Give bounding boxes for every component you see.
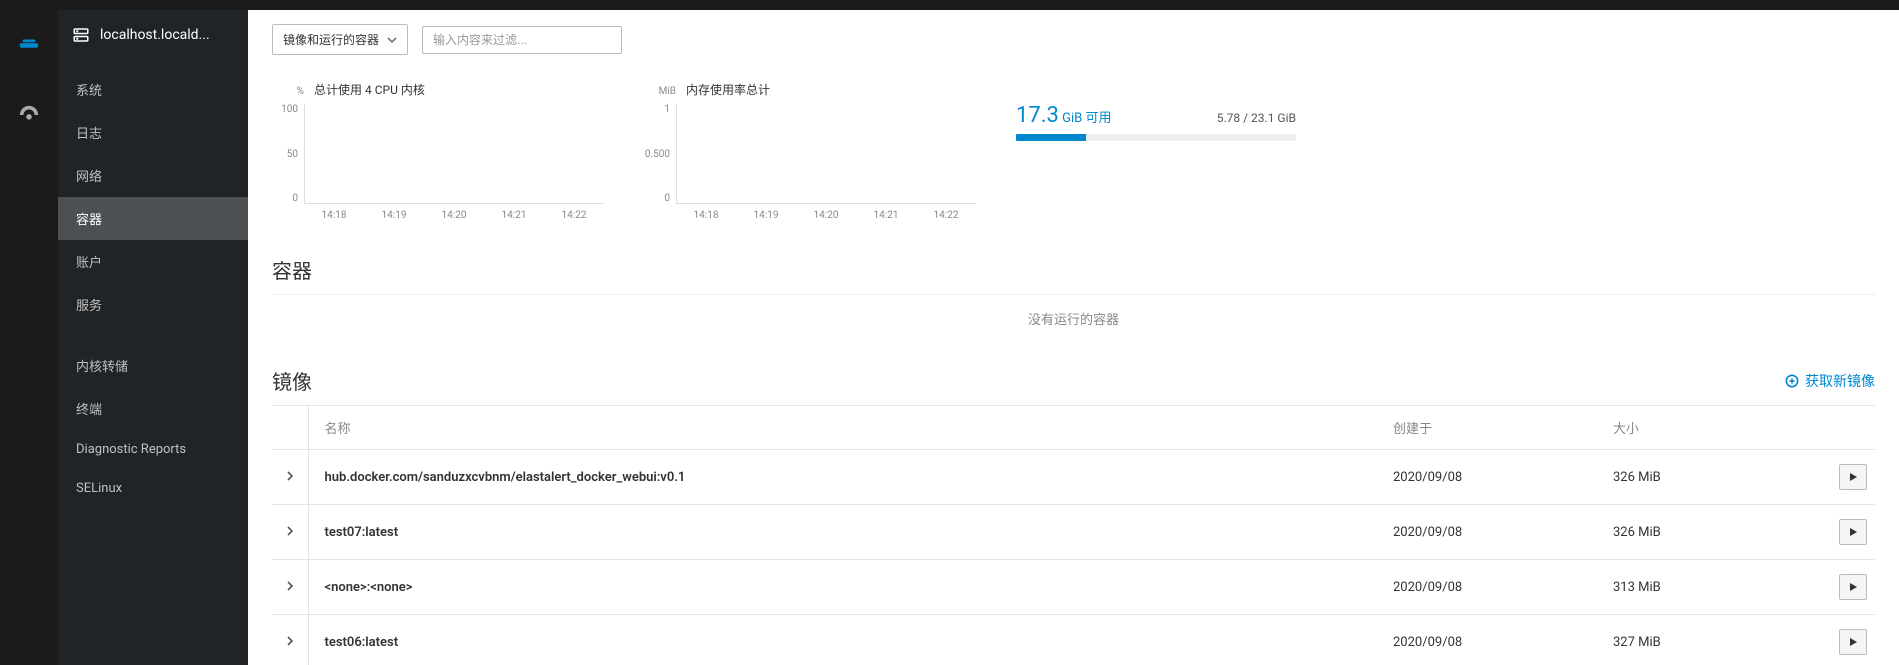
sidebar-item-kdump[interactable]: 内核转储 xyxy=(58,344,248,387)
image-size: 326 MiB xyxy=(1605,450,1825,505)
col-created: 创建于 xyxy=(1385,406,1605,450)
col-size: 大小 xyxy=(1605,406,1825,450)
sidebar-nav: 系统 日志 网络 容器 账户 服务 内核转储 终端 Diagnostic Rep… xyxy=(58,60,248,508)
mem-chart-unit: MiB xyxy=(644,86,676,97)
chevron-right-icon xyxy=(285,636,295,646)
sidebar-item-services[interactable]: 服务 xyxy=(58,283,248,326)
sidebar-item-diagnostic[interactable]: Diagnostic Reports xyxy=(58,430,248,469)
image-size: 313 MiB xyxy=(1605,560,1825,615)
images-table: 名称 创建于 大小 hub.docker.com/sanduzxcvbnm/el… xyxy=(272,405,1875,665)
image-row[interactable]: test06:latest2020/09/08327 MiB xyxy=(272,615,1875,665)
storage-summary: 17.3 GiB 可用 5.78 / 23.1 GiB xyxy=(1016,81,1296,141)
server-icon xyxy=(72,26,90,44)
play-icon xyxy=(1848,637,1858,647)
image-created: 2020/09/08 xyxy=(1385,560,1605,615)
dropdown-label: 镜像和运行的容器 xyxy=(283,31,379,48)
expand-toggle[interactable] xyxy=(272,615,308,665)
image-size: 326 MiB xyxy=(1605,505,1825,560)
mem-plot-area xyxy=(676,104,976,204)
run-image-button[interactable] xyxy=(1839,464,1867,490)
sidebar-item-containers[interactable]: 容器 xyxy=(58,197,248,240)
get-new-image-link[interactable]: 获取新镜像 xyxy=(1785,371,1875,391)
image-created: 2020/09/08 xyxy=(1385,450,1605,505)
sidebar-item-selinux[interactable]: SELinux xyxy=(58,469,248,508)
chevron-right-icon xyxy=(285,526,295,536)
chevron-right-icon xyxy=(285,471,295,481)
expand-toggle[interactable] xyxy=(272,560,308,615)
play-icon xyxy=(1848,472,1858,482)
run-image-button[interactable] xyxy=(1839,629,1867,655)
charts-row: % 总计使用 4 CPU 内核 100 50 0 14:18 14:19 14:… xyxy=(248,61,1899,231)
storage-available: 17.3 GiB 可用 xyxy=(1016,103,1111,128)
image-row[interactable]: hub.docker.com/sanduzxcvbnm/elastalert_d… xyxy=(272,450,1875,505)
containers-section: 容器 没有运行的容器 xyxy=(248,231,1899,342)
containers-title: 容器 xyxy=(272,255,312,284)
cpu-chart: % 总计使用 4 CPU 内核 100 50 0 14:18 14:19 14:… xyxy=(272,81,604,221)
chevron-right-icon xyxy=(285,581,295,591)
mem-chart-title: 内存使用率总计 xyxy=(686,81,770,98)
image-name: test07:latest xyxy=(308,505,1385,560)
containers-empty-message: 没有运行的容器 xyxy=(272,294,1875,342)
chevron-down-icon xyxy=(387,35,397,45)
image-row[interactable]: test07:latest2020/09/08326 MiB xyxy=(272,505,1875,560)
sidebar-item-terminal[interactable]: 终端 xyxy=(58,387,248,430)
images-title: 镜像 xyxy=(272,366,312,395)
cpu-plot-area xyxy=(304,104,604,204)
memory-chart: MiB 内存使用率总计 1 0.500 0 14:18 14:19 14:20 … xyxy=(644,81,976,221)
view-filter-dropdown[interactable]: 镜像和运行的容器 xyxy=(272,24,408,55)
sidebar-item-logs[interactable]: 日志 xyxy=(58,111,248,154)
gauge-icon[interactable] xyxy=(9,95,49,135)
filter-input[interactable] xyxy=(422,26,622,54)
cpu-xaxis: 14:18 14:19 14:20 14:21 14:22 xyxy=(304,210,604,221)
image-name: hub.docker.com/sanduzxcvbnm/elastalert_d… xyxy=(308,450,1385,505)
image-created: 2020/09/08 xyxy=(1385,505,1605,560)
cpu-yaxis: 100 50 0 xyxy=(272,104,304,204)
sidebar-item-network[interactable]: 网络 xyxy=(58,154,248,197)
host-selector[interactable]: localhost.locald... xyxy=(58,10,248,60)
mem-yaxis: 1 0.500 0 xyxy=(644,104,676,204)
storage-bar xyxy=(1016,134,1296,141)
cpu-chart-unit: % xyxy=(272,86,304,97)
image-created: 2020/09/08 xyxy=(1385,615,1605,665)
expand-toggle[interactable] xyxy=(272,450,308,505)
sidebar-item-system[interactable]: 系统 xyxy=(58,68,248,111)
image-name: test06:latest xyxy=(308,615,1385,665)
cpu-chart-title: 总计使用 4 CPU 内核 xyxy=(314,81,425,98)
play-icon xyxy=(1848,582,1858,592)
image-name: <none>:<none> xyxy=(308,560,1385,615)
image-row[interactable]: <none>:<none>2020/09/08313 MiB xyxy=(272,560,1875,615)
images-section: 镜像 获取新镜像 名称 创建于 大小 hub.docker.com/san xyxy=(248,342,1899,665)
run-image-button[interactable] xyxy=(1839,574,1867,600)
expand-toggle[interactable] xyxy=(272,505,308,560)
logo-icon[interactable] xyxy=(9,25,49,65)
top-bar xyxy=(0,0,1899,10)
mem-xaxis: 14:18 14:19 14:20 14:21 14:22 xyxy=(676,210,976,221)
col-name: 名称 xyxy=(308,406,1385,450)
image-size: 327 MiB xyxy=(1605,615,1825,665)
sidebar-item-accounts[interactable]: 账户 xyxy=(58,240,248,283)
sidebar: localhost.locald... 系统 日志 网络 容器 账户 服务 内核… xyxy=(58,10,248,665)
play-icon xyxy=(1848,527,1858,537)
host-label: localhost.locald... xyxy=(100,27,210,43)
nav-rail xyxy=(0,10,58,665)
storage-bar-fill xyxy=(1016,134,1086,141)
toolbar: 镜像和运行的容器 xyxy=(248,10,1899,61)
plus-circle-icon xyxy=(1785,374,1799,388)
run-image-button[interactable] xyxy=(1839,519,1867,545)
main-content: 镜像和运行的容器 % 总计使用 4 CPU 内核 100 50 0 xyxy=(248,10,1899,665)
storage-used: 5.78 / 23.1 GiB xyxy=(1217,111,1296,125)
